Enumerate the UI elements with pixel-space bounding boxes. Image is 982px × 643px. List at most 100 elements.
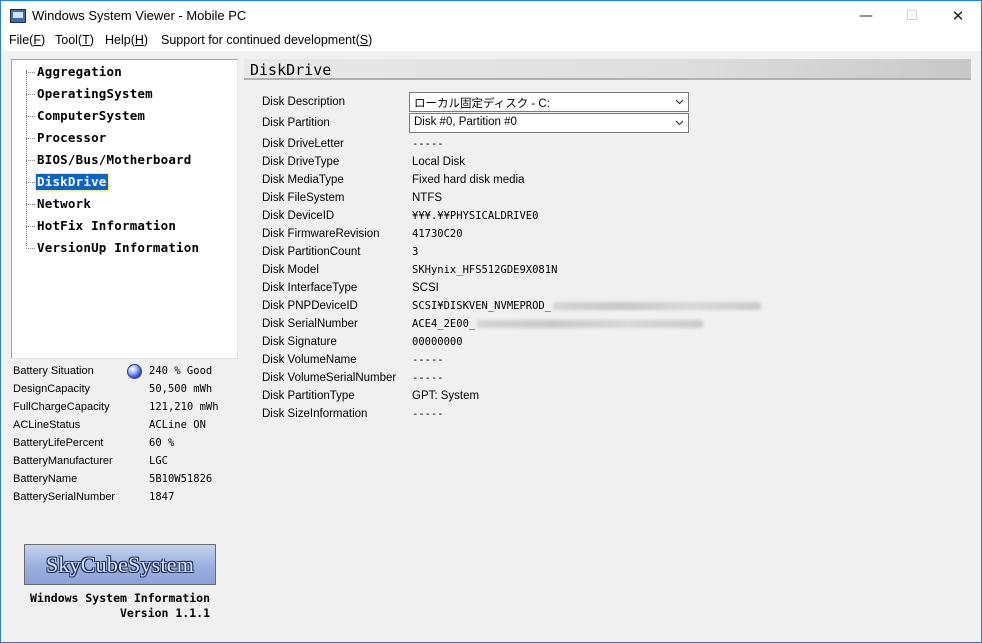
disk-property-row: Disk VolumeName ----- (262, 354, 962, 372)
tree-branch (26, 138, 35, 139)
prop-value-text: SCSI¥DISKVEN_NVMEPROD_ (412, 300, 552, 312)
menu-tool-key: T (82, 33, 90, 47)
disk-description-select[interactable]: ローカル固定ディスク - C: (409, 92, 689, 112)
prop-value-text: SKHynix_HFS512GDE9X081N (412, 264, 558, 276)
menu-tool-tail: ) (89, 33, 94, 47)
tree-item-processor[interactable]: Processor (12, 128, 237, 148)
tree-item-label: ComputerSystem (37, 108, 146, 123)
app-version: Version 1.1.1 (120, 606, 211, 620)
disk-property-row: Disk Model SKHynix_HFS512GDE9X081N (262, 264, 962, 282)
menu-help-label: Help( (105, 33, 135, 47)
disk-property-row: Disk DriveLetter ----- (262, 138, 962, 156)
disk-property-row: Disk VolumeSerialNumber ----- (262, 372, 962, 390)
battery-key: BatteryName (13, 473, 78, 485)
prop-value: Local Disk (412, 156, 465, 168)
disk-partition-select[interactable]: Disk #0, Partition #0 (409, 113, 689, 133)
tree-item-label: BIOS/Bus/Motherboard (37, 152, 192, 167)
prop-value: ¥¥¥.¥¥PHYSICALDRIVE0 (412, 210, 538, 222)
disk-property-row: Disk Signature 00000000 (262, 336, 962, 354)
tree-item-hotfix[interactable]: HotFix Information (12, 216, 237, 236)
tree-item-computersystem[interactable]: ComputerSystem (12, 106, 237, 126)
prop-key: Disk VolumeName (262, 354, 357, 366)
menu-help[interactable]: Help(H) (105, 33, 148, 47)
prop-key: Disk Partition (262, 117, 330, 129)
prop-value-text: Fixed hard disk media (412, 174, 525, 186)
tree-item-network[interactable]: Network (12, 194, 237, 214)
prop-value: ACE4_2E00_ (412, 318, 704, 330)
combo-value: ローカル固定ディスク - C: (414, 98, 550, 110)
menu-help-key: H (134, 33, 144, 47)
section-title: DiskDrive (250, 61, 332, 79)
tree-branch (26, 226, 35, 227)
battery-row: Battery Situation 240 % Good (13, 364, 241, 383)
battery-status-icon (127, 364, 142, 379)
prop-value: ----- (412, 138, 444, 150)
prop-key: Disk MediaType (262, 174, 344, 186)
prop-value-text: ----- (412, 138, 444, 150)
redacted-value (477, 320, 704, 328)
tree-item-versionup[interactable]: VersionUp Information (12, 238, 237, 258)
prop-value-text: ACE4_2E00_ (412, 318, 476, 330)
battery-value: 50,500 mWh (149, 383, 213, 395)
prop-key: Disk DriveLetter (262, 138, 344, 150)
prop-key: Disk InterfaceType (262, 282, 358, 294)
tree-item-label: OperatingSystem (37, 86, 153, 101)
prop-value-text: 41730C20 (412, 228, 463, 240)
prop-key: Disk Model (262, 264, 319, 276)
app-icon[interactable] (10, 9, 26, 23)
battery-row: DesignCapacity 50,500 mWh (13, 383, 241, 401)
category-tree[interactable]: Aggregation OperatingSystem ComputerSyst… (11, 59, 238, 359)
prop-value-text: Local Disk (412, 156, 466, 168)
battery-row: BatteryLifePercent 60 % (13, 437, 241, 455)
menu-file-tail: ) (40, 33, 46, 47)
prop-key: Disk FileSystem (262, 192, 345, 204)
prop-value: GPT: System (412, 390, 479, 402)
prop-value-text: ----- (412, 408, 444, 420)
disk-property-row: Disk PartitionCount 3 (262, 246, 962, 264)
title-bar[interactable]: Windows System Viewer - Mobile PC — ☐ ✕ (1, 1, 981, 31)
combo-value: Disk #0, Partition #0 (414, 116, 517, 128)
prop-key: Disk DeviceID (262, 210, 335, 222)
menu-bar: File(F) Tool(T) Help(H) Support for cont… (1, 31, 981, 51)
close-button[interactable]: ✕ (935, 1, 981, 31)
menu-support[interactable]: Support for continued development(S) (161, 33, 372, 47)
battery-row: BatteryManufacturer LGC (13, 455, 241, 473)
disk-property-row: Disk PartitionType GPT: System (262, 390, 962, 408)
logo-text: SkyCubeSystem (45, 551, 195, 577)
menu-file[interactable]: File(F) (9, 33, 45, 47)
menu-help-tail: ) (143, 33, 149, 47)
prop-key: Disk FirmwareRevision (262, 228, 380, 240)
minimize-button[interactable]: — (843, 1, 889, 31)
tree-item-bios[interactable]: BIOS/Bus/Motherboard (12, 150, 237, 170)
tree-branch (26, 248, 35, 249)
tree-branch (26, 204, 35, 205)
disk-property-row: Disk SizeInformation ----- (262, 408, 962, 426)
prop-key: Disk Description (262, 96, 346, 108)
prop-value-text: NTFS (412, 192, 443, 204)
menu-support-key: S (359, 33, 369, 47)
chevron-down-icon (675, 120, 684, 126)
tree-item-diskdrive[interactable]: DiskDrive (12, 172, 237, 192)
tree-item-label: Network (37, 196, 92, 211)
prop-value: ----- (412, 354, 444, 366)
disk-partition-row: Disk Partition Disk #0, Partition #0 (262, 113, 962, 135)
menu-tool[interactable]: Tool(T) (55, 33, 94, 47)
battery-row: BatteryName 5B10W51826 (13, 473, 241, 491)
disk-property-row: Disk PNPDeviceID SCSI¥DISKVEN_NVMEPROD_ (262, 300, 962, 318)
prop-value: SCSI¥DISKVEN_NVMEPROD_ (412, 300, 762, 312)
window-title: Windows System Viewer - Mobile PC (32, 8, 247, 23)
tree-item-aggregation[interactable]: Aggregation (12, 62, 237, 82)
tree-branch (26, 94, 35, 95)
battery-value: ACLine ON (149, 419, 206, 431)
tree-item-operatingsystem[interactable]: OperatingSystem (12, 84, 237, 104)
skycube-logo: SkyCubeSystem (24, 544, 216, 585)
tree-branch (26, 182, 35, 183)
maximize-button[interactable]: ☐ (889, 1, 935, 31)
battery-row: ACLineStatus ACLine ON (13, 419, 241, 437)
prop-value-text: ¥¥¥.¥¥PHYSICALDRIVE0 (412, 210, 539, 222)
disk-property-row: Disk FirmwareRevision 41730C20 (262, 228, 962, 246)
menu-tool-label: Tool( (55, 33, 83, 47)
battery-value: LGC (149, 455, 168, 467)
prop-value: 00000000 (412, 336, 463, 348)
tree-item-label: HotFix Information (37, 218, 177, 233)
